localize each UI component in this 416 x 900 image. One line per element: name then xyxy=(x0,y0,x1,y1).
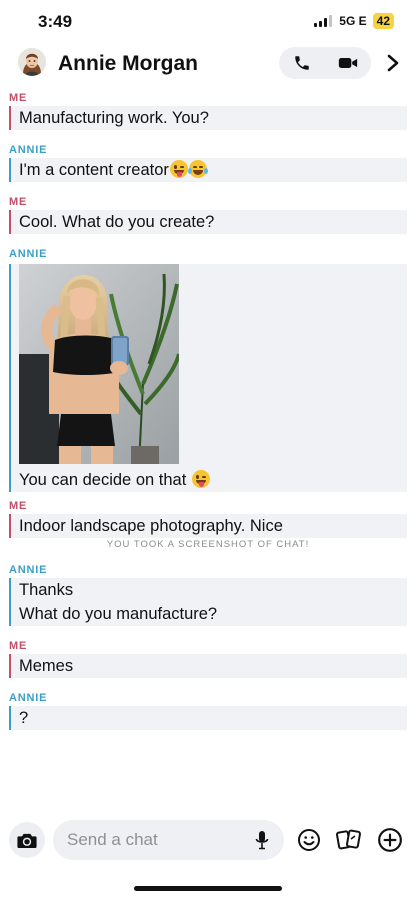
call-buttons xyxy=(279,47,371,79)
message-text: You can decide on that xyxy=(19,468,407,492)
message-text: ? xyxy=(19,709,29,727)
sender-label: ANNIE xyxy=(9,692,48,704)
message-bubble[interactable]: Cool. What do you create? xyxy=(9,210,407,234)
sender-label: ME xyxy=(9,92,28,104)
winking-tongue-emoji-icon xyxy=(191,470,210,488)
message-text-content: I'm a content creator xyxy=(19,161,169,179)
status-indicators: 5G E 42 xyxy=(314,13,394,29)
message-bubble[interactable]: Thanks What do you manufacture? xyxy=(9,578,407,626)
smiley-icon[interactable] xyxy=(296,827,322,853)
chevron-right-icon[interactable] xyxy=(382,52,404,74)
sender-label: ANNIE xyxy=(9,248,48,260)
camera-icon[interactable] xyxy=(9,822,45,858)
message-text: What do you manufacture? xyxy=(19,605,218,623)
status-bar: 3:49 5G E 42 xyxy=(0,0,416,42)
sticker-cards-icon[interactable] xyxy=(336,827,362,853)
message-text: Memes xyxy=(19,657,74,675)
chat-header: Annie Morgan xyxy=(0,42,416,88)
message-bubble[interactable]: I'm a content creator xyxy=(9,158,407,182)
home-indicator[interactable] xyxy=(134,886,282,891)
chat-input[interactable] xyxy=(67,820,247,860)
message-bubble[interactable]: Manufacturing work. You? xyxy=(9,106,407,130)
plus-circle-icon[interactable] xyxy=(377,827,403,853)
screenshot-notice: YOU TOOK A SCREENSHOT OF CHAT! xyxy=(106,539,310,550)
message-bubble[interactable]: Indoor landscape photography. Nice xyxy=(9,514,407,538)
contact-name[interactable]: Annie Morgan xyxy=(58,52,198,76)
message-text: Manufacturing work. You? xyxy=(19,109,209,127)
laughing-tears-emoji-icon xyxy=(187,160,208,178)
winking-tongue-emoji-icon xyxy=(169,160,188,178)
sender-label: ANNIE xyxy=(9,144,48,156)
message-text: Indoor landscape photography. Nice xyxy=(19,517,283,535)
signal-strength-icon xyxy=(314,15,333,27)
message-bubble[interactable]: You can decide on that xyxy=(9,264,407,492)
status-time: 3:49 xyxy=(38,12,73,31)
message-bubble[interactable]: Memes xyxy=(9,654,407,678)
message-text: I'm a content creator xyxy=(19,158,407,182)
chat-compose-bar xyxy=(0,818,416,862)
message-bubble[interactable]: ? xyxy=(9,706,407,730)
chat-input-container[interactable] xyxy=(53,820,284,860)
network-type: 5G E xyxy=(339,14,367,28)
chat-thread: ME Manufacturing work. You? ANNIE I'm a … xyxy=(0,90,416,730)
message-text: Cool. What do you create? xyxy=(19,213,215,231)
sender-label: ME xyxy=(9,196,28,208)
microphone-icon[interactable] xyxy=(252,829,272,851)
video-camera-icon[interactable] xyxy=(325,47,371,79)
sender-label: ME xyxy=(9,500,28,512)
message-text-content: You can decide on that xyxy=(19,471,187,489)
sender-label: ME xyxy=(9,640,28,652)
message-text: Thanks xyxy=(19,581,74,599)
phone-icon[interactable] xyxy=(279,47,325,79)
sender-label: ANNIE xyxy=(9,564,48,576)
shared-photo[interactable] xyxy=(19,264,179,464)
bitmoji-avatar-icon[interactable] xyxy=(18,48,46,76)
battery-indicator: 42 xyxy=(372,13,394,29)
